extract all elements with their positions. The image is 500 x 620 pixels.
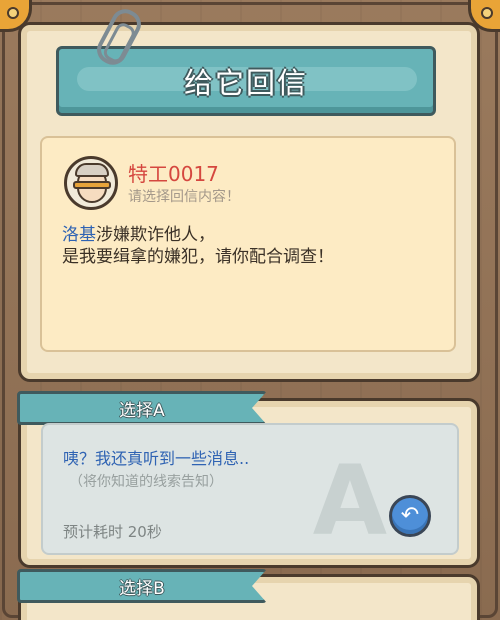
incoming-letter: 特工0017 请选择回信内容！ 洛基涉嫌欺诈他人， 是我要缉拿的嫌犯，请你配合调… xyxy=(40,136,456,352)
option-b-card[interactable]: 选择B xyxy=(17,569,480,620)
option-a-ribbon: 选择A xyxy=(17,391,267,425)
message-line2: 是我要缉拿的嫌犯，请你配合调查！ xyxy=(62,247,334,267)
suspect-name: 洛基 xyxy=(62,225,96,245)
option-b-ribbon: 选择B xyxy=(17,569,267,603)
option-b-label: 选择B xyxy=(119,578,165,599)
avatar-goggles xyxy=(73,181,111,189)
option-a-body[interactable]: A 咦？我还真听到一些消息.. （将你知道的线索告知） 预计耗时 20秒 ↶ xyxy=(41,423,459,555)
reply-arrow-icon: ↶ xyxy=(400,503,420,528)
avatar-hair xyxy=(75,163,109,177)
option-a-card[interactable]: 选择A A 咦？我还真听到一些消息.. （将你知道的线索告知） 预计耗时 20秒… xyxy=(17,391,480,568)
dialog-title: 给它回信 xyxy=(183,66,308,100)
agent-name: 特工0017 xyxy=(128,162,219,186)
option-a-subtext: （将你知道的线索告知） xyxy=(69,474,223,490)
option-a-watermark: A xyxy=(312,445,387,555)
agent-avatar xyxy=(64,156,118,210)
option-a-time: 预计耗时 20秒 xyxy=(63,523,162,541)
agent-hint: 请选择回信内容！ xyxy=(128,189,240,205)
option-a-label: 选择A xyxy=(119,400,165,421)
option-a-text: 咦？我还真听到一些消息.. xyxy=(63,449,250,468)
reply-button[interactable]: ↶ xyxy=(389,495,431,537)
message-line1: 涉嫌欺诈他人， xyxy=(96,225,215,245)
letter-message: 洛基涉嫌欺诈他人， 是我要缉拿的嫌犯，请你配合调查！ xyxy=(62,224,334,268)
